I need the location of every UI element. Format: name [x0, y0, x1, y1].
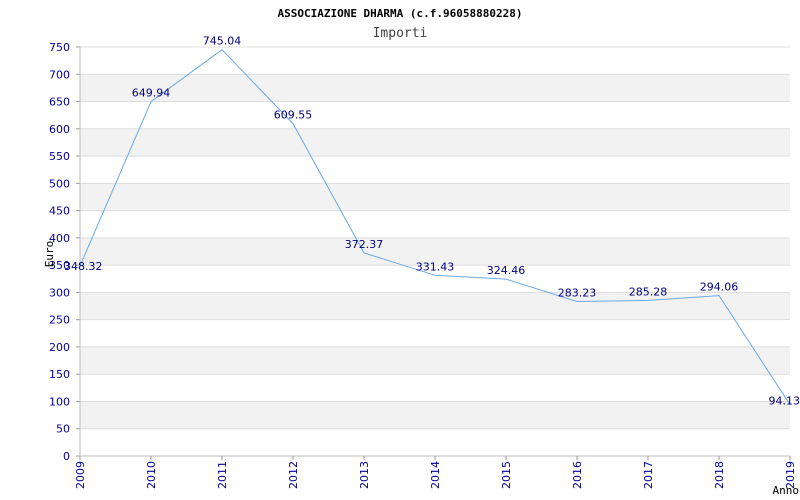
data-label: 294.06	[700, 281, 739, 294]
y-tick-label: 700	[49, 68, 70, 81]
data-label: 324.46	[487, 264, 526, 277]
line-chart: 0501001502002503003504004505005506006507…	[43, 7, 800, 497]
y-axis-label: Euro	[43, 241, 56, 268]
y-tick-label: 100	[49, 395, 70, 408]
grid-band	[80, 292, 790, 320]
y-tick-label: 50	[56, 423, 70, 436]
x-tick-label: 2018	[713, 461, 726, 489]
x-tick-label: 2012	[287, 461, 300, 489]
x-tick-label: 2015	[500, 461, 513, 489]
y-tick-label: 550	[49, 150, 70, 163]
x-tick-label: 2014	[429, 461, 442, 489]
grid-band	[80, 74, 790, 102]
y-tick-label: 500	[49, 177, 70, 190]
grid-band	[80, 346, 790, 375]
y-tick-label: 300	[49, 286, 70, 299]
x-tick-label: 2013	[358, 461, 371, 489]
x-axis-label: Anno	[773, 484, 800, 497]
x-tick-label: 2011	[216, 461, 229, 489]
y-tick-label: 600	[49, 123, 70, 136]
data-label: 348.32	[64, 260, 103, 273]
x-tick-label: 2017	[642, 461, 655, 489]
data-label: 609.55	[274, 109, 313, 122]
y-tick-label: 750	[49, 41, 70, 54]
y-tick-label: 250	[49, 314, 70, 327]
y-tick-label: 0	[63, 450, 70, 463]
chart-title: ASSOCIAZIONE DHARMA (c.f.96058880228)	[277, 7, 522, 20]
data-label: 372.37	[345, 238, 384, 251]
data-label: 283.23	[558, 287, 597, 300]
y-tick-label: 450	[49, 205, 70, 218]
grid-bands	[80, 74, 790, 429]
chart-subtitle: Importi	[373, 26, 428, 41]
data-label: 331.43	[416, 260, 455, 273]
grid-band	[80, 401, 790, 429]
data-label: 649.94	[132, 87, 171, 100]
x-tick-labels: 2009 2010 2011 2012 2013 2014 2015 2016 2017 2018…	[74, 461, 797, 489]
x-tick-label: 2009	[74, 461, 87, 489]
x-tick-label: 2010	[145, 461, 158, 489]
y-tick-label: 650	[49, 96, 70, 109]
grid-band	[80, 183, 790, 211]
data-label: 285.28	[629, 285, 668, 298]
grid-band	[80, 128, 790, 157]
y-tick-label: 200	[49, 341, 70, 354]
y-tick-label: 150	[49, 368, 70, 381]
data-label: 94.13	[769, 395, 800, 408]
data-label: 745.04	[203, 35, 242, 48]
x-tick-label: 2016	[571, 461, 584, 489]
